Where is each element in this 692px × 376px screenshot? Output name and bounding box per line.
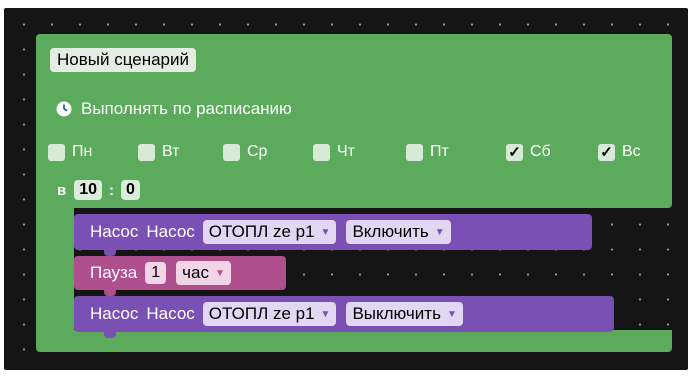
- clock-icon: [56, 101, 72, 117]
- pause-value-field[interactable]: 1: [145, 262, 167, 284]
- day-label: Пт: [430, 143, 449, 160]
- day-checkbox[interactable]: ✓: [506, 143, 523, 161]
- day-sunday[interactable]: ✓ Вс: [598, 140, 641, 164]
- device-dropdown[interactable]: ОТОПЛ ze p1 ▼: [202, 302, 337, 326]
- day-checkbox[interactable]: [48, 143, 65, 161]
- action-dropdown[interactable]: Включить ▼: [346, 220, 451, 244]
- day-friday[interactable]: Пт: [406, 140, 449, 164]
- pause-block[interactable]: Пауза 1 час ▼: [74, 256, 286, 296]
- chevron-down-icon: ▼: [446, 308, 457, 320]
- device-value: ОТОПЛ ze p1: [208, 222, 315, 241]
- block-connector: [104, 332, 116, 338]
- time-row: в 10 : 0: [57, 178, 140, 202]
- day-label: Пн: [72, 143, 93, 160]
- day-label: Чт: [337, 143, 355, 160]
- block-label: Пауза: [90, 263, 138, 282]
- day-checkbox[interactable]: [406, 143, 423, 161]
- block-label: Насос: [146, 304, 195, 323]
- block-label: Насос: [146, 222, 195, 241]
- block-label: Насос: [90, 304, 139, 323]
- day-saturday[interactable]: ✓ Сб: [506, 140, 551, 164]
- time-prefix: в: [57, 181, 67, 199]
- device-value: ОТОПЛ ze p1: [208, 304, 315, 323]
- day-thursday[interactable]: Чт: [313, 140, 355, 164]
- day-tuesday[interactable]: Вт: [138, 140, 179, 164]
- pump-block-off[interactable]: Насос Насос ОТОПЛ ze p1 ▼ Выключить ▼: [74, 296, 614, 338]
- workspace-canvas[interactable]: Новый сценарий Выполнять по расписанию П…: [4, 8, 688, 370]
- scenario-block-spine: [36, 198, 74, 334]
- block-label: Насос: [90, 222, 139, 241]
- chevron-down-icon: ▼: [214, 267, 225, 279]
- time-separator: :: [109, 181, 115, 199]
- day-label: Сб: [530, 143, 551, 160]
- day-monday[interactable]: Пн: [48, 140, 92, 164]
- day-label: Вс: [622, 143, 641, 160]
- action-value: Выключить: [352, 304, 441, 323]
- day-checkbox[interactable]: [313, 143, 330, 161]
- action-dropdown[interactable]: Выключить ▼: [346, 302, 463, 326]
- device-dropdown[interactable]: ОТОПЛ ze p1 ▼: [202, 220, 337, 244]
- unit-dropdown[interactable]: час ▼: [176, 261, 231, 285]
- action-value: Включить: [352, 222, 429, 241]
- day-label: Вт: [162, 143, 180, 160]
- schedule-row: Выполнять по расписанию: [56, 96, 292, 122]
- day-checkbox[interactable]: ✓: [598, 143, 615, 161]
- scenario-name-field[interactable]: Новый сценарий: [50, 48, 196, 72]
- day-checkbox[interactable]: [138, 143, 155, 161]
- chevron-down-icon: ▼: [320, 308, 331, 320]
- unit-value: час: [182, 263, 209, 282]
- day-label: Ср: [247, 143, 268, 160]
- pump-block-on[interactable]: Насос Насос ОТОПЛ ze p1 ▼ Включить ▼: [74, 214, 592, 256]
- schedule-label: Выполнять по расписанию: [81, 99, 292, 118]
- chevron-down-icon: ▼: [434, 226, 445, 238]
- chevron-down-icon: ▼: [320, 226, 331, 238]
- minute-field[interactable]: 0: [121, 180, 140, 200]
- day-wednesday[interactable]: Ср: [223, 140, 267, 164]
- hour-field[interactable]: 10: [74, 180, 103, 200]
- scenario-block-bottom: [36, 330, 672, 352]
- day-checkbox[interactable]: [223, 143, 240, 161]
